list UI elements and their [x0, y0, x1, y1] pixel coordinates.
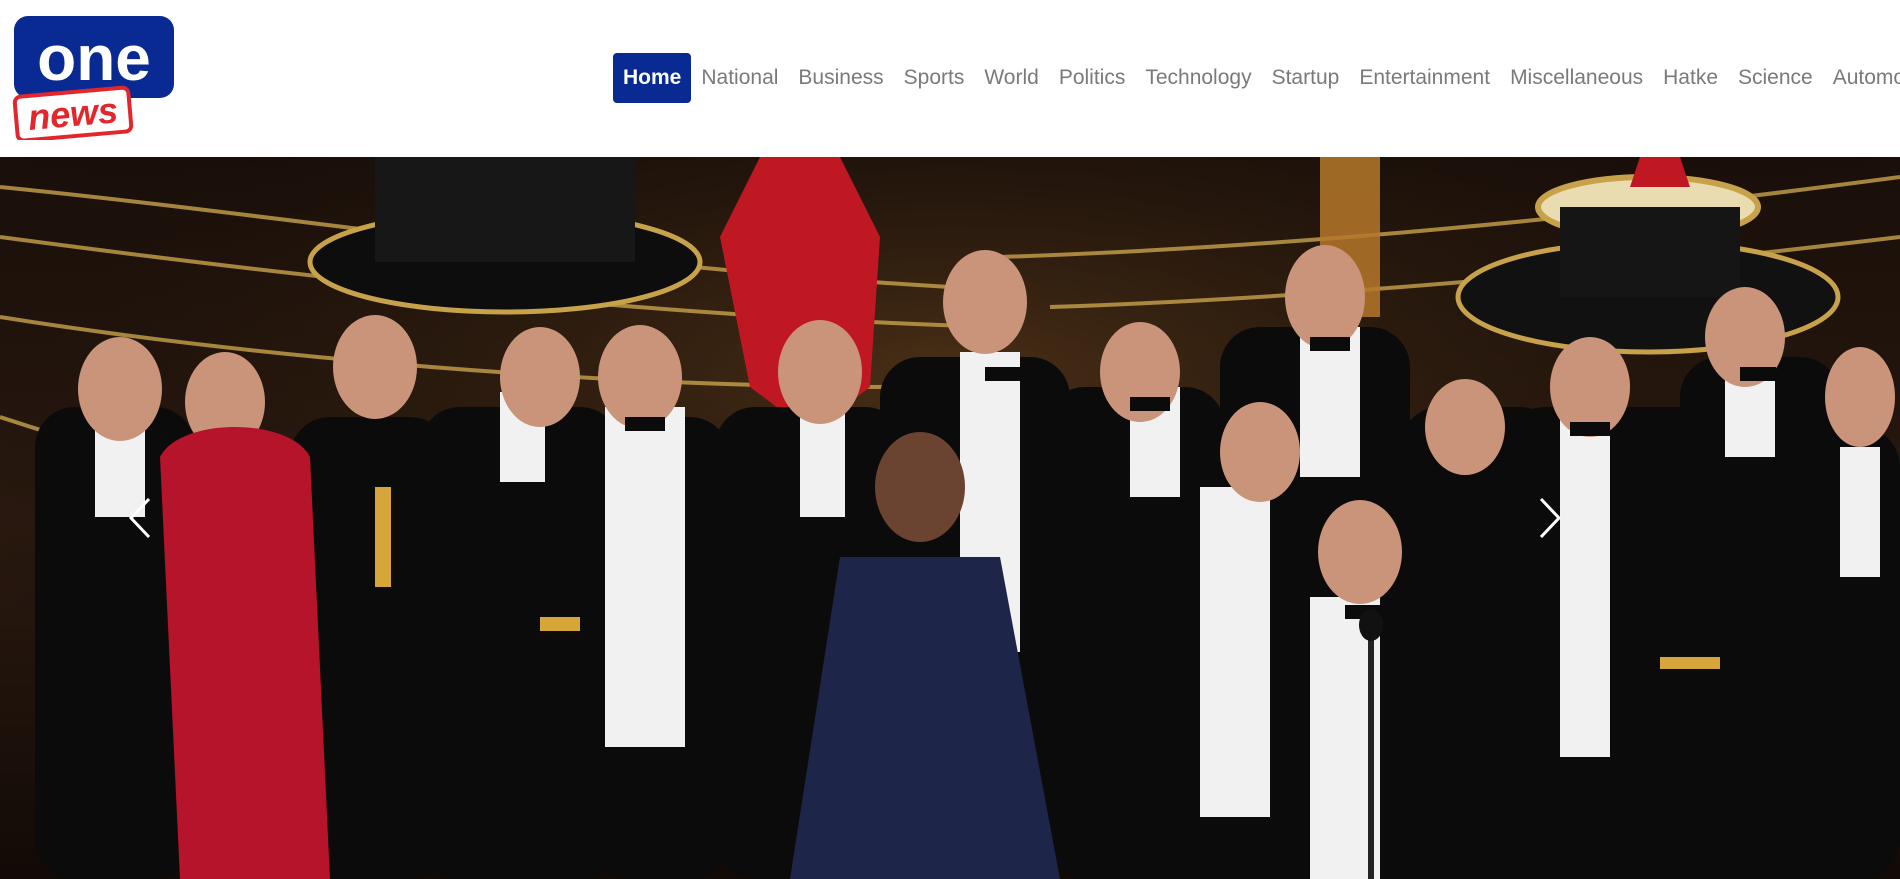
logo-word-top: one — [37, 22, 151, 94]
nav-item-miscellaneous[interactable]: Miscellaneous — [1500, 53, 1653, 103]
chevron-left-icon — [128, 497, 151, 539]
carousel-next-button[interactable] — [1490, 157, 1610, 879]
nav-item-world[interactable]: World — [974, 53, 1048, 103]
main-nav: Home National Business Sports World Poli… — [613, 53, 1900, 103]
top-navbar: one news Home National Business Sports W… — [0, 0, 1900, 157]
logo-word-bottom: news — [26, 89, 119, 138]
carousel-prev-button[interactable] — [80, 157, 200, 879]
nav-item-politics[interactable]: Politics — [1049, 53, 1136, 103]
nav-item-automobile[interactable]: Automobile — [1823, 53, 1900, 103]
nav-item-startup[interactable]: Startup — [1262, 53, 1350, 103]
chevron-right-icon — [1539, 497, 1562, 539]
nav-item-entertainment[interactable]: Entertainment — [1349, 53, 1500, 103]
logo-graphic: one news — [12, 16, 174, 143]
carousel-slide-image — [0, 157, 1900, 879]
nav-item-hatke[interactable]: Hatke — [1653, 53, 1728, 103]
nav-item-technology[interactable]: Technology — [1135, 53, 1261, 103]
nav-item-national[interactable]: National — [691, 53, 788, 103]
nav-item-science[interactable]: Science — [1728, 53, 1823, 103]
brand-logo[interactable]: one news — [12, 14, 177, 143]
nav-item-home[interactable]: Home — [613, 53, 692, 103]
nav-item-sports[interactable]: Sports — [894, 53, 975, 103]
hero-carousel[interactable] — [0, 157, 1900, 879]
nav-item-business[interactable]: Business — [788, 53, 893, 103]
